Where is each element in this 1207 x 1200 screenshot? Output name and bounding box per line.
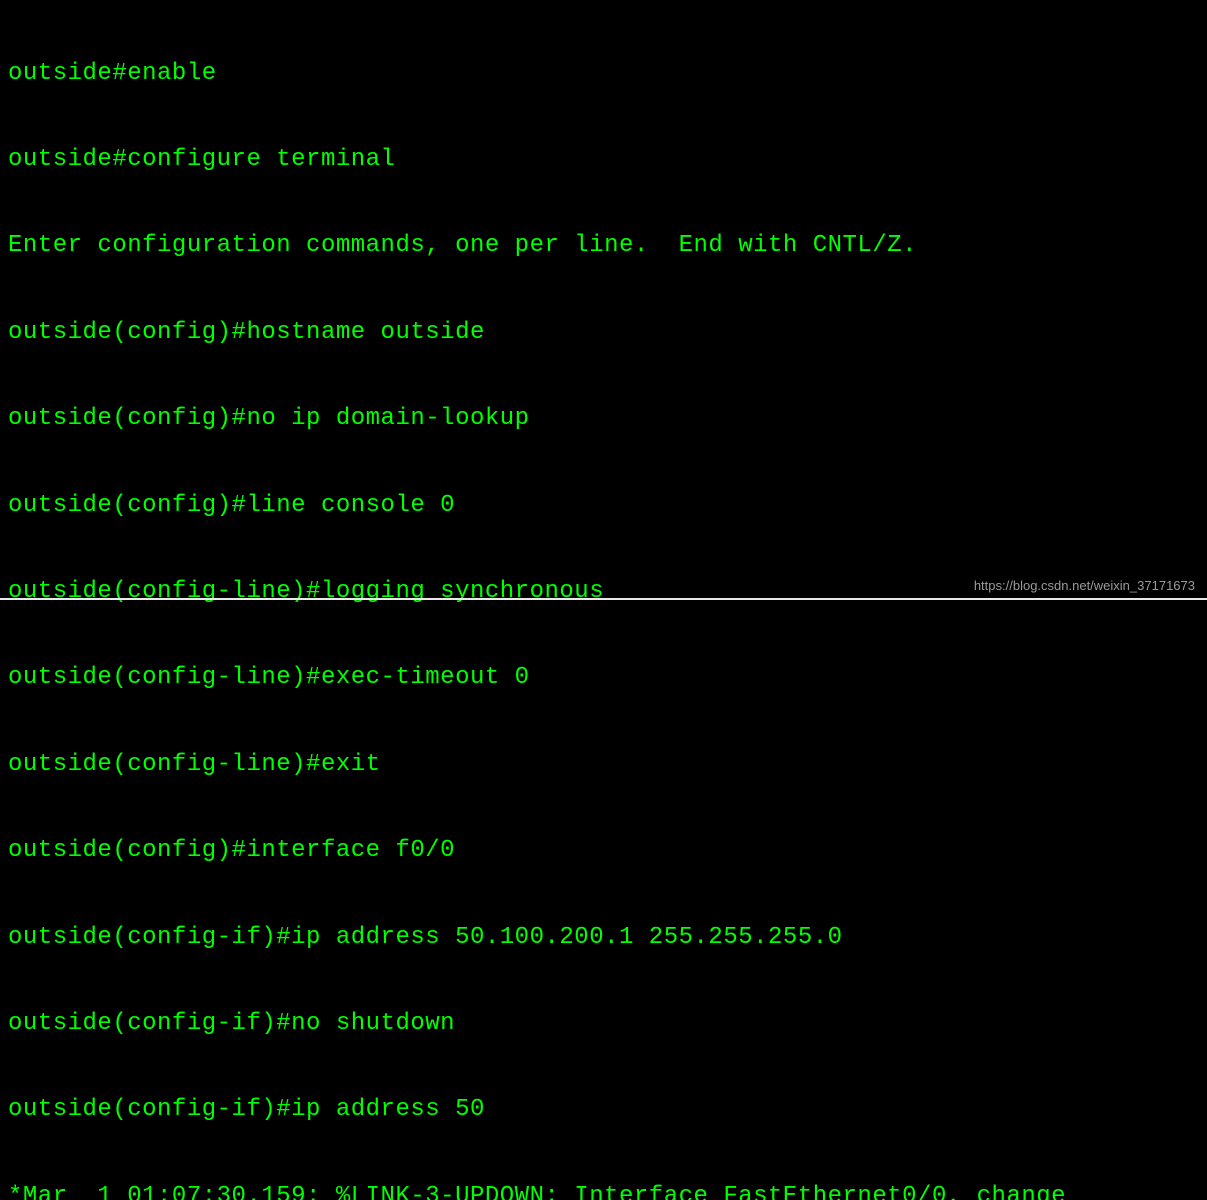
terminal-line: outside(config-line)#exit <box>8 751 1199 780</box>
terminal-window[interactable]: outside#enable outside#configure termina… <box>8 2 1199 1200</box>
terminal-line: outside(config)#interface f0/0 <box>8 837 1199 866</box>
terminal-line: outside(config-if)#ip address 50 <box>8 1096 1199 1125</box>
terminal-line: outside(config-if)#no shutdown <box>8 1010 1199 1039</box>
terminal-line: outside(config)#hostname outside <box>8 319 1199 348</box>
watermark-text: https://blog.csdn.net/weixin_37171673 <box>974 578 1195 594</box>
terminal-line: outside#enable <box>8 60 1199 89</box>
terminal-line: outside(config-line)#exec-timeout 0 <box>8 664 1199 693</box>
terminal-line: Enter configuration commands, one per li… <box>8 232 1199 261</box>
terminal-line: *Mar 1 01:07:30.159: %LINK-3-UPDOWN: Int… <box>8 1183 1199 1200</box>
terminal-line: outside(config)#line console 0 <box>8 492 1199 521</box>
terminal-line: outside(config)#no ip domain-lookup <box>8 405 1199 434</box>
terminal-line: outside(config-if)#ip address 50.100.200… <box>8 924 1199 953</box>
terminal-line: outside#configure terminal <box>8 146 1199 175</box>
